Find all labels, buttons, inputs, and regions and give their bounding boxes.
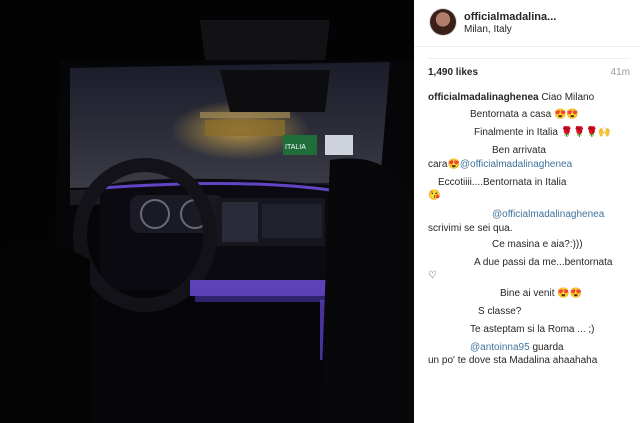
comment-text: Eccotiiii....Bentornata in Italia xyxy=(438,177,567,188)
comment-text: Ce masina e aia?:))) xyxy=(492,239,583,250)
heart-icon[interactable]: ♡ xyxy=(428,269,437,283)
comment-text: 😘 xyxy=(428,190,441,201)
post-sidebar: officialmadalina... Milan, Italy 1,490 l… xyxy=(414,0,640,423)
comment-text: Bine ai venit 😍😍 xyxy=(500,288,583,299)
username-link[interactable]: officialmadalina... xyxy=(464,11,556,23)
comment-text: scrivimi se sei qua. xyxy=(428,223,513,234)
comment-text: Ben arrivata xyxy=(492,145,546,156)
comment: @antoinna95 guarda xyxy=(470,341,564,355)
mention-link[interactable]: @antoinna95 xyxy=(470,342,530,353)
post-header: officialmadalina... Milan, Italy xyxy=(414,0,640,47)
post-timestamp: 41m xyxy=(610,67,630,78)
likes-count[interactable]: 1,490 likes xyxy=(428,67,478,78)
comment-text: S classe? xyxy=(478,306,522,317)
comment-text: Bentornata a casa 😍😍 xyxy=(470,109,579,120)
avatar[interactable] xyxy=(430,9,456,35)
mention-link[interactable]: @officialmadalinaghenea xyxy=(460,159,572,170)
car-interior-night-photo: ITALIA xyxy=(0,0,414,423)
road-sign-text: ITALIA xyxy=(285,144,306,151)
comment: cara😍@officialmadalinaghenea xyxy=(428,158,572,172)
mention-text[interactable]: @officialmadalinaghenea xyxy=(492,209,604,220)
comment-text: cara😍 xyxy=(428,159,460,170)
post-photo[interactable]: ITALIA xyxy=(0,0,414,423)
mention-link[interactable]: @officialmadalinaghenea xyxy=(492,208,604,222)
comment-text: Te asteptam si la Roma ... ;) xyxy=(470,324,595,335)
comment-text: un po' te dove sta Madalina ahaahaha xyxy=(428,355,598,366)
comment-text: guarda xyxy=(532,342,564,353)
location-link[interactable]: Milan, Italy xyxy=(464,24,512,35)
caption: officialmadalinaghenea Ciao Milano xyxy=(428,91,594,105)
comment-text: Finalmente in Italia 🌹🌹🌹🙌 xyxy=(474,127,611,138)
comment-text: Ciao Milano xyxy=(541,92,595,103)
comment-text: A due passi da me...bentornata xyxy=(474,257,613,268)
comment-username[interactable]: officialmadalinaghenea xyxy=(428,92,539,103)
divider xyxy=(428,58,630,59)
